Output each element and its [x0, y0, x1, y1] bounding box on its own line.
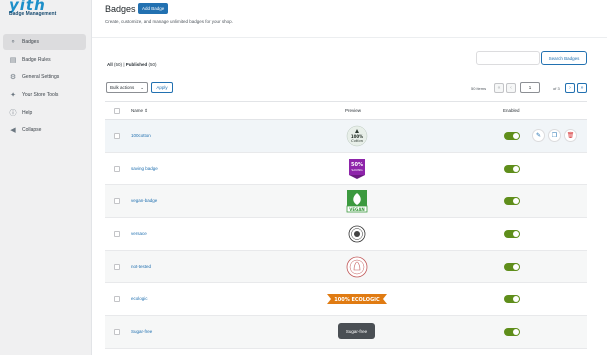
sidebar-item-label: Help: [22, 110, 33, 116]
table-row: saving badge 50% SAVING: [105, 153, 587, 186]
select-all-checkbox[interactable]: [114, 108, 120, 114]
svg-text:VEGAN: VEGAN: [349, 207, 365, 212]
enabled-toggle[interactable]: [504, 230, 520, 239]
sidebar-item-collapse[interactable]: ◀ Collapse: [3, 122, 86, 138]
badge-name-link[interactable]: 100cotton: [131, 133, 151, 138]
sidebar: yith Badge Management ⚬ Badges ▤ Badge R…: [0, 0, 91, 355]
enabled-toggle[interactable]: [504, 164, 520, 173]
badge-preview: [335, 222, 379, 246]
brand-subtitle: Badge Management: [9, 11, 57, 17]
enabled-toggle[interactable]: [504, 295, 520, 304]
bulk-actions-select[interactable]: Bulk actions ⌄: [106, 82, 148, 93]
gear-icon: ⚙: [9, 74, 17, 81]
items-count: 50 items: [471, 85, 487, 91]
prev-page-button[interactable]: ‹: [506, 83, 516, 93]
badge-name-link[interactable]: not-tested: [131, 264, 151, 269]
badge-preview: VEGAN: [335, 189, 379, 213]
sidebar-item-help[interactable]: ⓘ Help: [3, 105, 86, 121]
cotton-badge-image: 100% Cotton: [346, 125, 368, 147]
sidebar-item-label: Your Store Tools: [22, 92, 59, 98]
divider: [92, 37, 607, 38]
badge-name-link[interactable]: Sugar-free: [131, 329, 152, 334]
filter-separator: |: [123, 62, 125, 67]
sidebar-item-label: General Settings: [22, 74, 60, 80]
table-row: 100cotton 100% Cotton ✎ ❐ 🗑: [105, 120, 587, 153]
filter-published[interactable]: Published: [126, 62, 148, 67]
svg-text:SAVING: SAVING: [351, 168, 363, 172]
duplicate-icon[interactable]: ❐: [548, 129, 561, 142]
badge-name-link[interactable]: saving badge: [131, 166, 158, 171]
delete-icon[interactable]: 🗑: [564, 129, 577, 142]
page-subtitle: Create, customize, and manage unlimited …: [105, 19, 233, 24]
search-input[interactable]: [476, 51, 540, 65]
versace-badge-image: [348, 225, 366, 243]
next-page-button[interactable]: ›: [565, 83, 575, 93]
sidebar-item-store-tools[interactable]: ✦ Your Store Tools: [3, 87, 86, 103]
sidebar-item-label: Badge Rules: [22, 57, 51, 63]
row-checkbox[interactable]: [114, 263, 120, 270]
apply-button[interactable]: Apply: [151, 82, 173, 93]
sidebar-item-badges[interactable]: ⚬ Badges: [3, 34, 86, 50]
saving-badge-image: 50% SAVING: [349, 158, 365, 179]
collapse-icon: ◀: [10, 127, 16, 134]
enabled-toggle[interactable]: [504, 328, 520, 337]
column-name[interactable]: Name ⇕: [131, 108, 148, 114]
row-checkbox[interactable]: [114, 296, 120, 303]
tag-icon: ⚬: [10, 39, 16, 46]
ecologic-badge-image: 100% ECOLOGIC: [327, 294, 387, 305]
badge-preview: 100% ECOLOGIC: [326, 287, 388, 311]
current-page-input[interactable]: 1: [520, 82, 540, 93]
row-checkbox[interactable]: [114, 133, 120, 139]
table-row: not-tested: [105, 250, 587, 284]
bulk-actions-value: Bulk actions: [110, 85, 135, 90]
sidebar-item-badge-rules[interactable]: ▤ Badge Rules: [3, 52, 86, 68]
filter-published-count: (50): [148, 62, 157, 67]
badge-preview: 100% Cotton: [335, 124, 379, 148]
edit-icon[interactable]: ✎: [532, 129, 545, 142]
rules-icon: ▤: [9, 57, 17, 64]
column-enabled: Enabled: [503, 108, 520, 113]
page-title: Badges: [105, 4, 136, 14]
total-pages: of 3: [553, 85, 560, 91]
enabled-toggle[interactable]: [504, 197, 520, 206]
row-checkbox[interactable]: [114, 329, 120, 336]
not-tested-badge-image: [346, 256, 368, 278]
row-checkbox[interactable]: [114, 231, 120, 238]
vegan-badge-image: VEGAN: [346, 190, 368, 213]
badge-name-link[interactable]: vegan-badge: [131, 198, 157, 203]
first-page-button[interactable]: «: [494, 83, 504, 93]
status-filters: All (50) | Published (50): [107, 62, 157, 67]
sort-icon: ⇕: [144, 108, 149, 113]
row-checkbox[interactable]: [114, 165, 120, 172]
badges-table: Name ⇕ Preview Enabled 100cotton 100% Co…: [105, 101, 587, 349]
badge-preview: 50% SAVING: [335, 157, 379, 181]
enabled-toggle[interactable]: [504, 262, 520, 271]
column-preview: Preview: [345, 108, 362, 113]
filter-all-count: (50): [114, 62, 123, 67]
table-row: versace: [105, 218, 587, 251]
main-content: Badges Add Badge Create, customize, and …: [91, 0, 607, 355]
table-row: ecologic 100% ECOLOGIC: [105, 283, 587, 317]
enabled-toggle[interactable]: [504, 132, 520, 140]
badge-name-link[interactable]: ecologic: [131, 296, 148, 301]
sidebar-item-label: Collapse: [22, 127, 42, 133]
table-row: vegan-badge VEGAN: [105, 185, 587, 219]
sidebar-item-label: Badges: [22, 39, 39, 45]
badge-name-link[interactable]: versace: [131, 231, 147, 236]
help-icon: ⓘ: [9, 110, 17, 117]
preview-tooltip: Sugar-free: [338, 323, 375, 339]
table-header: Name ⇕ Preview Enabled: [105, 101, 587, 120]
last-page-button[interactable]: »: [577, 83, 587, 93]
chevron-down-icon: ⌄: [140, 84, 144, 90]
svg-text:100% ECOLOGIC: 100% ECOLOGIC: [334, 297, 380, 303]
search-badges-button[interactable]: Search Badges: [541, 51, 587, 65]
add-badge-button[interactable]: Add Badge: [138, 3, 169, 14]
sidebar-item-general-settings[interactable]: ⚙ General Settings: [3, 69, 86, 85]
filter-all[interactable]: All: [107, 62, 113, 67]
tools-icon: ✦: [10, 92, 16, 99]
badge-preview: [335, 255, 379, 279]
svg-text:Cotton: Cotton: [351, 139, 364, 143]
row-checkbox[interactable]: [114, 198, 120, 205]
